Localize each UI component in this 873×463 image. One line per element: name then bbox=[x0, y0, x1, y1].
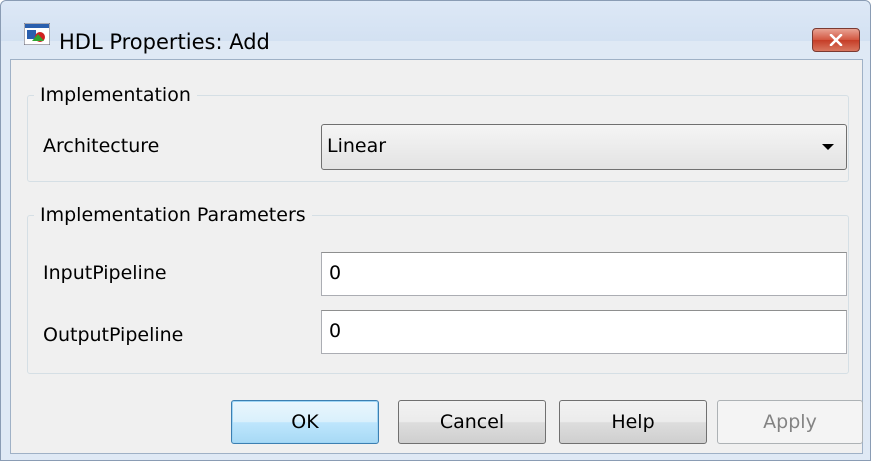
output-pipeline-label: OutputPipeline bbox=[43, 324, 184, 346]
architecture-selected-value: Linear bbox=[327, 135, 387, 157]
output-pipeline-value: 0 bbox=[329, 320, 342, 342]
output-pipeline-field[interactable]: 0 bbox=[321, 310, 847, 354]
input-pipeline-field[interactable]: 0 bbox=[321, 252, 847, 296]
implementation-group-label: Implementation bbox=[40, 84, 191, 106]
dialog-body: Implementation Architecture Linear Imple… bbox=[10, 59, 863, 454]
dialog-window: HDL Properties: Add Implementation Archi… bbox=[0, 0, 871, 461]
title-bar[interactable]: HDL Properties: Add bbox=[1, 1, 870, 53]
help-button[interactable]: Help bbox=[559, 400, 707, 444]
architecture-label: Architecture bbox=[43, 135, 160, 157]
close-icon bbox=[829, 34, 843, 46]
chevron-down-icon bbox=[822, 144, 834, 150]
input-pipeline-value: 0 bbox=[329, 262, 342, 284]
ok-button[interactable]: OK bbox=[231, 400, 379, 444]
architecture-dropdown[interactable]: Linear bbox=[321, 124, 847, 170]
window-title: HDL Properties: Add bbox=[59, 30, 270, 54]
close-button[interactable] bbox=[812, 28, 860, 52]
input-pipeline-label: InputPipeline bbox=[43, 262, 167, 284]
simulink-block-icon bbox=[24, 23, 50, 45]
cancel-button[interactable]: Cancel bbox=[398, 400, 546, 444]
apply-button[interactable]: Apply bbox=[717, 400, 863, 444]
implementation-parameters-group-label: Implementation Parameters bbox=[40, 204, 306, 226]
